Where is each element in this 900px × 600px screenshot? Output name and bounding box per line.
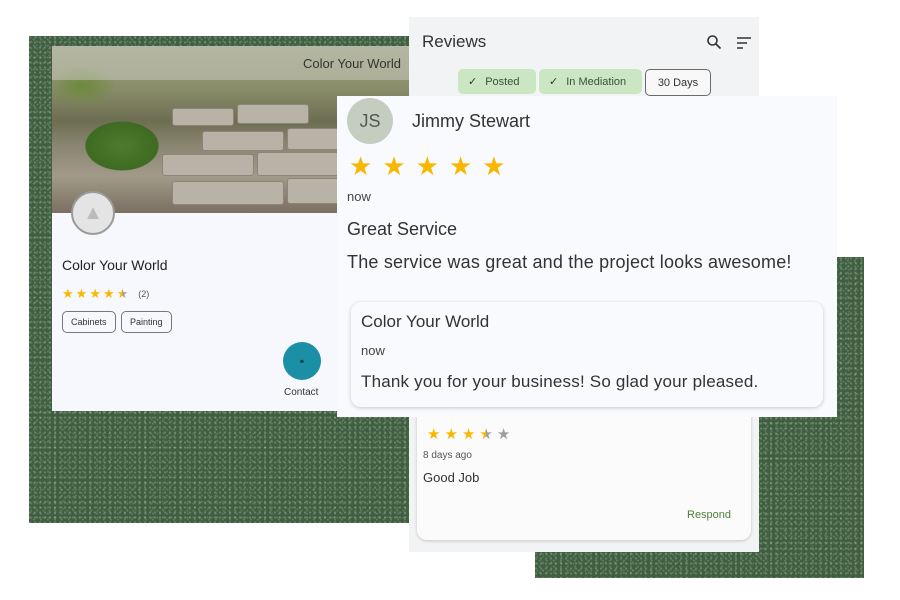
category-chip-cabinets[interactable]: Cabinets [62, 311, 116, 333]
check-icon: ✓ [549, 76, 559, 88]
review-time: 8 days ago [423, 450, 472, 461]
filter-chip-posted[interactable]: ✓ Posted [458, 69, 536, 94]
star-half-icon: ★ [116, 286, 129, 301]
hero-stone [202, 131, 284, 151]
star-full-icon: ★ [448, 151, 473, 181]
star-half-icon: ★ [479, 426, 493, 443]
star-full-icon: ★ [89, 286, 101, 301]
check-icon: ✓ [468, 76, 478, 88]
star-full-icon: ★ [482, 151, 506, 181]
star-full-icon: ★ [444, 426, 458, 443]
avatar-placeholder-icon: ▲ [83, 201, 103, 224]
review-time: now [347, 189, 371, 204]
star-full-icon: ★ [62, 286, 74, 301]
review-rating: ★ ★ ★ ★ ★ [349, 151, 506, 182]
filter-chip-label: 30 Days [657, 76, 699, 89]
review-count: (2) [138, 289, 150, 299]
reviewer-avatar: JS [347, 98, 393, 144]
contact-label: Contact [284, 387, 319, 398]
filter-chip-in-mediation[interactable]: ✓ In Mediation [539, 69, 642, 94]
business-name: Color Your World [62, 257, 168, 273]
response-author: Color Your World [361, 312, 490, 331]
review-body: The service was great and the project lo… [347, 252, 792, 272]
hero-stone [172, 108, 234, 126]
star-full-icon: ★ [382, 151, 406, 181]
star-full-icon: ★ [349, 151, 373, 181]
contact-button[interactable]: ▪ [283, 342, 321, 380]
filter-chip-label: Posted [485, 75, 520, 88]
star-full-icon: ★ [75, 286, 88, 301]
response-body: Thank you for your business! So glad you… [361, 372, 759, 391]
star-full-icon: ★ [415, 151, 439, 181]
review-title: Good Job [423, 470, 480, 485]
star-full-icon: ★ [102, 286, 115, 301]
business-avatar[interactable]: ▲ [71, 191, 115, 235]
reviewer-name: Jimmy Stewart [412, 111, 531, 131]
category-chip-painting[interactable]: Painting [121, 311, 172, 333]
review-rating: ★ ★ ★ ★ ★ [427, 425, 510, 443]
filter-chip-label: In Mediation [566, 75, 627, 88]
hero-stone [172, 181, 284, 205]
reviews-title: Reviews [422, 32, 487, 51]
sort-filter-icon[interactable] [736, 36, 752, 50]
search-icon[interactable] [706, 34, 722, 50]
review-detail-card: JS Jimmy Stewart ★ ★ ★ ★ ★ now Great Ser… [337, 96, 837, 417]
respond-button[interactable]: Respond [687, 509, 731, 521]
review-title: Great Service [347, 219, 458, 239]
business-response: Color Your World now Thank you for your … [351, 302, 823, 407]
star-full-icon: ★ [461, 426, 476, 443]
response-time: now [361, 343, 385, 358]
hero-stone [162, 154, 254, 176]
contact-icon: ▪ [299, 354, 305, 368]
business-rating: ★ ★ ★ ★ ★ (2) [62, 286, 149, 302]
star-empty-icon: ★ [496, 426, 511, 443]
hero-title-bar: Color Your World [52, 46, 410, 80]
hero-stone [237, 104, 309, 124]
star-full-icon: ★ [427, 426, 441, 443]
hero-title: Color Your World [302, 56, 402, 71]
filter-chip-30-days[interactable]: 30 Days [645, 69, 711, 96]
